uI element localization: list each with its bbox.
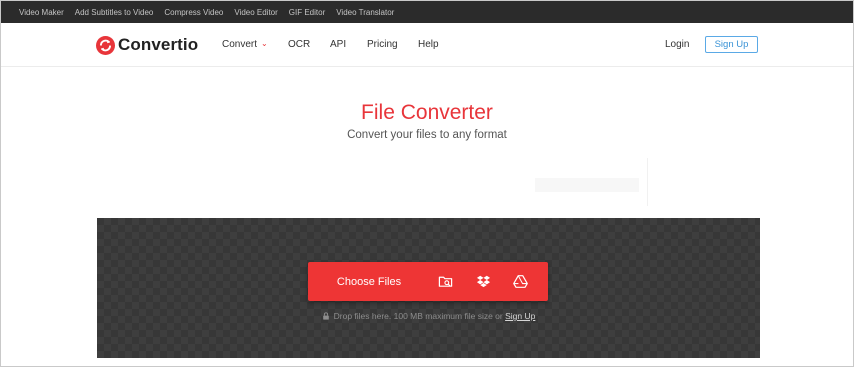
google-drive-icon (512, 275, 528, 288)
topbar-link-add-subtitles[interactable]: Add Subtitles to Video (75, 8, 154, 17)
main-navbar: Convertio Convert ⌄ OCR API Pricing Help … (1, 23, 853, 67)
top-links-bar: Video Maker Add Subtitles to Video Compr… (1, 1, 853, 23)
nav-convert[interactable]: Convert ⌄ (222, 39, 268, 50)
topbar-link-gif-editor[interactable]: GIF Editor (289, 8, 325, 17)
file-drop-zone[interactable]: Choose Files Drop files here. 100 MB max… (97, 218, 760, 358)
page-subtitle: Convert your files to any format (347, 129, 507, 141)
placeholder-panel (531, 158, 648, 206)
brand-name: Convertio (118, 35, 199, 54)
upload-controls: Choose Files (308, 262, 548, 301)
page-title: File Converter (361, 101, 493, 124)
lock-icon (322, 312, 329, 320)
nav-api[interactable]: API (330, 39, 346, 50)
drop-hint-text: Drop files here. 100 MB maximum file siz… (333, 311, 506, 321)
folder-search-icon (438, 276, 452, 287)
topbar-link-video-maker[interactable]: Video Maker (19, 8, 64, 17)
from-computer-button[interactable] (430, 262, 460, 301)
nav-convert-label: Convert (222, 39, 258, 50)
drop-hint-signup-link[interactable]: Sign Up (505, 311, 535, 321)
choose-files-button[interactable]: Choose Files (308, 262, 430, 301)
from-google-drive-button[interactable] (505, 262, 535, 301)
nav-help[interactable]: Help (418, 39, 439, 50)
topbar-link-compress-video[interactable]: Compress Video (164, 8, 223, 17)
signup-button[interactable]: Sign Up (705, 36, 758, 53)
brand-logo[interactable]: Convertio (96, 35, 198, 55)
nav-ocr[interactable]: OCR (288, 39, 310, 50)
from-dropbox-button[interactable] (468, 262, 498, 301)
convertio-logo-icon (96, 35, 115, 55)
chevron-down-icon: ⌄ (261, 39, 268, 48)
nav-pricing[interactable]: Pricing (367, 39, 398, 50)
drop-hint: Drop files here. 100 MB maximum file siz… (97, 311, 760, 321)
placeholder-bar (535, 178, 639, 192)
login-link[interactable]: Login (665, 39, 689, 50)
topbar-link-video-translator[interactable]: Video Translator (336, 8, 394, 17)
topbar-link-video-editor[interactable]: Video Editor (234, 8, 277, 17)
dropbox-icon (476, 275, 490, 288)
